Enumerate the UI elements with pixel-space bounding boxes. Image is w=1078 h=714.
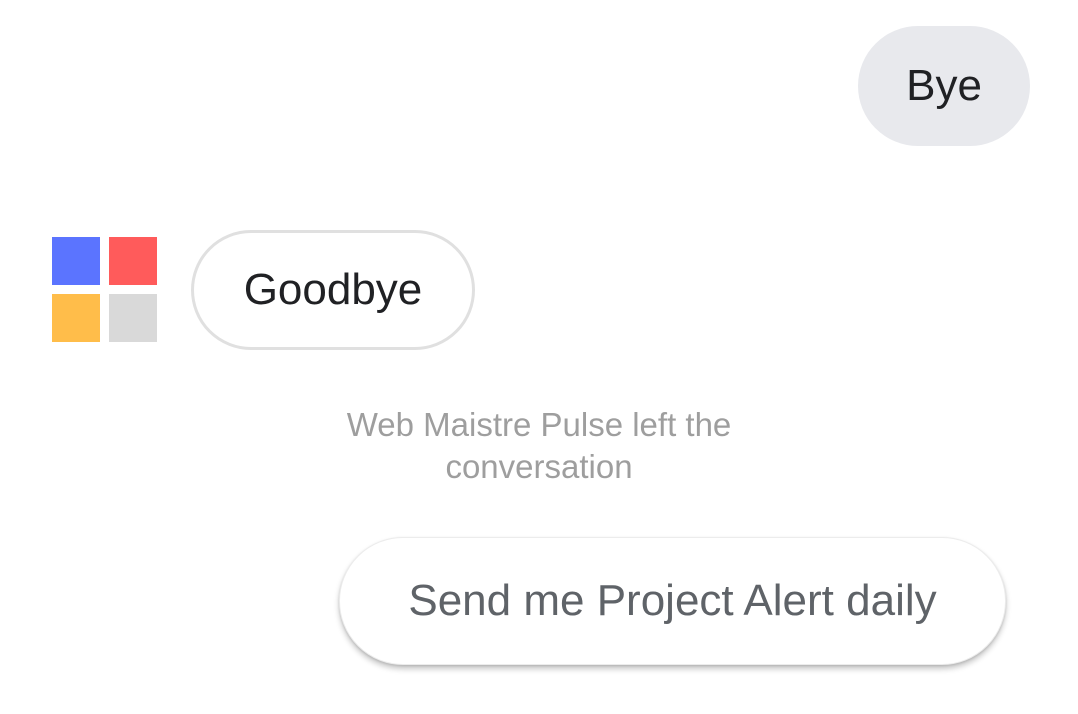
bot-message-bubble: Goodbye	[191, 230, 475, 350]
suggestion-chip-label: Send me Project Alert daily	[408, 576, 937, 625]
bot-message-text: Goodbye	[243, 265, 423, 314]
system-notice-line-2: conversation	[445, 448, 633, 485]
user-message-text: Bye	[906, 61, 982, 110]
suggestion-chip-button[interactable]: Send me Project Alert daily	[339, 537, 1006, 665]
avatar-square-bottom-left	[52, 294, 100, 342]
conversation-screen: Bye Goodbye Web Maistre Pulse left the c…	[0, 0, 1078, 714]
user-message-bubble: Bye	[858, 26, 1030, 146]
avatar-square-bottom-right	[109, 294, 157, 342]
system-notice: Web Maistre Pulse left the conversation	[289, 404, 789, 488]
avatar-square-top-right	[109, 237, 157, 285]
system-notice-line-1: Web Maistre Pulse left the	[346, 406, 732, 443]
bot-avatar-icon	[52, 237, 158, 343]
avatar-square-top-left	[52, 237, 100, 285]
